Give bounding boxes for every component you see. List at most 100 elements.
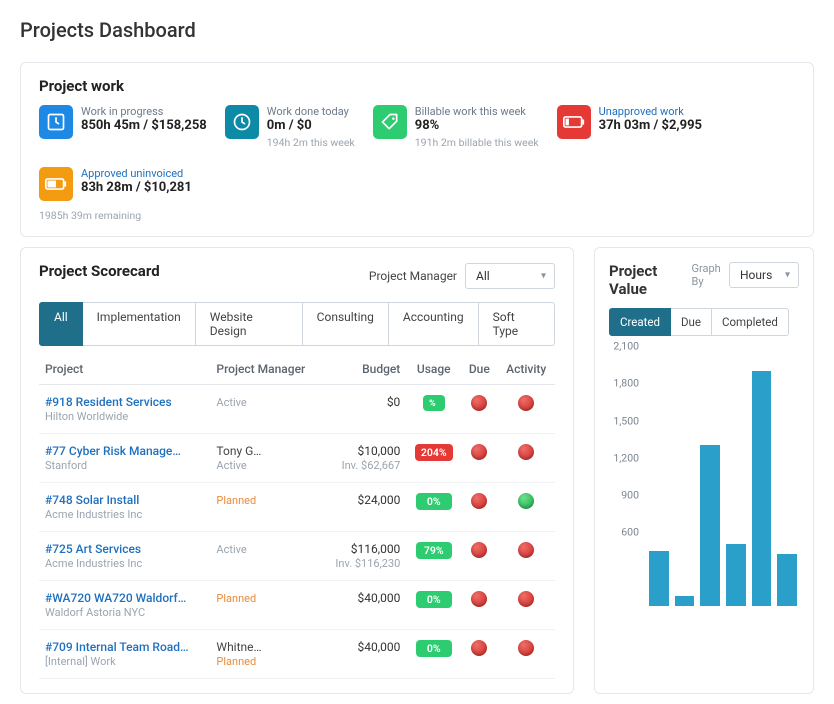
chart-bar[interactable] xyxy=(777,554,797,606)
pm-filter: Project Manager All xyxy=(369,263,555,289)
stat-value: 37h 03m / $2,995 xyxy=(599,118,702,134)
pm-name: Tony G… xyxy=(216,444,276,458)
project-client: Waldorf Astoria NYC xyxy=(45,606,145,619)
col-activity[interactable]: Activity xyxy=(497,354,555,385)
usage-badge: 0% xyxy=(416,640,452,657)
project-work-card: Project work Work in progress850h 45m / … xyxy=(20,62,814,237)
status-dot xyxy=(518,395,534,411)
project-link[interactable]: #748 Solar Install xyxy=(45,493,204,507)
budget-value: $10,000 xyxy=(357,444,400,458)
project-value-card: Project Value Graph By Hours CreatedDueC… xyxy=(594,247,814,694)
stat-label: Work done today xyxy=(267,105,355,118)
stat-value: 0m / $0 xyxy=(267,118,355,134)
stat-sub: 194h 2m this week xyxy=(267,136,355,149)
tab-consulting[interactable]: Consulting xyxy=(303,302,389,346)
y-tick: 1,800 xyxy=(613,377,639,390)
pm-name: Whitne… xyxy=(216,640,276,654)
pm-status: Active xyxy=(216,396,246,409)
stat-label: Work in progress xyxy=(81,105,207,118)
col-usage[interactable]: Usage xyxy=(406,354,461,385)
project-link[interactable]: #725 Art Services xyxy=(45,542,204,556)
status-dot xyxy=(518,444,534,460)
battery-low-icon xyxy=(557,105,591,139)
stat-label: Approved uninvoiced xyxy=(81,167,192,180)
stat-value: 83h 28m / $10,281 xyxy=(81,180,192,196)
project-client: Stanford xyxy=(45,459,87,472)
page-title: Projects Dashboard xyxy=(0,0,834,52)
stat-billable: Billable work this week98% 191h 2m billab… xyxy=(373,105,539,149)
clock-square-icon xyxy=(39,105,73,139)
usage-badge: 0% xyxy=(416,493,452,510)
tab-implementation[interactable]: Implementation xyxy=(83,302,196,346)
chart-bar[interactable] xyxy=(752,371,772,606)
pm-status: Planned xyxy=(216,655,256,668)
col-due[interactable]: Due xyxy=(461,354,497,385)
chart-bar[interactable] xyxy=(726,544,746,606)
svg-text:%: % xyxy=(429,399,436,408)
graph-by-label: Graph By xyxy=(691,262,723,288)
graph-by-select[interactable]: Hours xyxy=(729,262,799,288)
stat-value: 98% xyxy=(415,118,539,134)
status-dot xyxy=(471,395,487,411)
tab-soft-type[interactable]: Soft Type xyxy=(479,302,555,346)
stat-value: 850h 45m / $158,258 xyxy=(81,118,207,134)
col-pm[interactable]: Project Manager xyxy=(210,354,321,385)
scorecard-table: Project Project Manager Budget Usage Due… xyxy=(39,354,555,679)
usage-badge: 0% xyxy=(416,591,452,608)
project-work-title: Project work xyxy=(39,77,795,95)
tab-website-design[interactable]: Website Design xyxy=(196,302,303,346)
tag-icon xyxy=(373,105,407,139)
pm-status: Active xyxy=(216,459,246,472)
tab-all[interactable]: All xyxy=(39,302,83,346)
col-project[interactable]: Project xyxy=(39,354,210,385)
project-client: Acme Industries Inc xyxy=(45,557,142,570)
project-link[interactable]: #918 Resident Services xyxy=(45,395,204,409)
chart-bar[interactable] xyxy=(700,445,720,606)
chart-bar[interactable] xyxy=(675,596,695,606)
clock-circle-icon xyxy=(225,105,259,139)
stat-label: Billable work this week xyxy=(415,105,539,118)
budget-value: $116,000 xyxy=(351,542,401,556)
stat-approved: Approved uninvoiced83h 28m / $10,281 xyxy=(39,167,192,201)
project-link[interactable]: #77 Cyber Risk Manage… xyxy=(45,444,204,458)
status-dot xyxy=(471,591,487,607)
value-tab-created[interactable]: Created xyxy=(609,308,671,336)
table-row: #918 Resident ServicesHilton WorldwideAc… xyxy=(39,385,555,434)
pm-status: Active xyxy=(216,543,246,556)
scorecard-title: Project Scorecard xyxy=(39,262,160,280)
stat-label: Unapproved work xyxy=(599,105,702,118)
value-tab-completed[interactable]: Completed xyxy=(712,308,789,336)
stats-row: Work in progress850h 45m / $158,258 Work … xyxy=(39,105,795,201)
table-row: #WA720 WA720 Waldorf…Waldorf Astoria NYC… xyxy=(39,581,555,630)
tab-accounting[interactable]: Accounting xyxy=(389,302,479,346)
stat-sub: 191h 2m billable this week xyxy=(415,136,539,149)
invoice-value: Inv. $116,230 xyxy=(335,557,400,570)
value-tab-due[interactable]: Due xyxy=(671,308,712,336)
invoice-value: Inv. $62,667 xyxy=(342,459,401,472)
y-tick: 2,100 xyxy=(613,340,639,353)
project-link[interactable]: #709 Internal Team Road… xyxy=(45,640,204,654)
battery-mid-icon xyxy=(39,167,73,201)
value-tabs: CreatedDueCompleted xyxy=(609,308,799,336)
status-dot xyxy=(471,493,487,509)
pm-filter-label: Project Manager xyxy=(369,269,457,283)
status-dot xyxy=(518,640,534,656)
stat-unapproved: Unapproved work37h 03m / $2,995 xyxy=(557,105,702,149)
budget-value: $40,000 xyxy=(357,591,400,605)
project-link[interactable]: #WA720 WA720 Waldorf… xyxy=(45,591,204,605)
remaining-text: 1985h 39m remaining xyxy=(39,209,795,222)
scorecard-tabs: AllImplementationWebsite DesignConsultin… xyxy=(39,302,555,346)
status-dot xyxy=(518,493,534,509)
stat-done: Work done today0m / $0 194h 2m this week xyxy=(225,105,355,149)
y-tick: 600 xyxy=(621,525,639,538)
project-value-chart: 2,1001,8001,5001,200900600 xyxy=(609,346,799,606)
status-dot xyxy=(471,444,487,460)
usage-badge: 204% xyxy=(415,444,453,461)
pm-filter-select[interactable]: All xyxy=(465,263,555,289)
table-row: #709 Internal Team Road…[Internal] WorkW… xyxy=(39,630,555,679)
col-budget[interactable]: Budget xyxy=(322,354,407,385)
y-tick: 1,500 xyxy=(613,414,639,427)
status-dot xyxy=(471,542,487,558)
usage-badge: 79% xyxy=(416,542,452,559)
chart-bar[interactable] xyxy=(649,551,669,607)
